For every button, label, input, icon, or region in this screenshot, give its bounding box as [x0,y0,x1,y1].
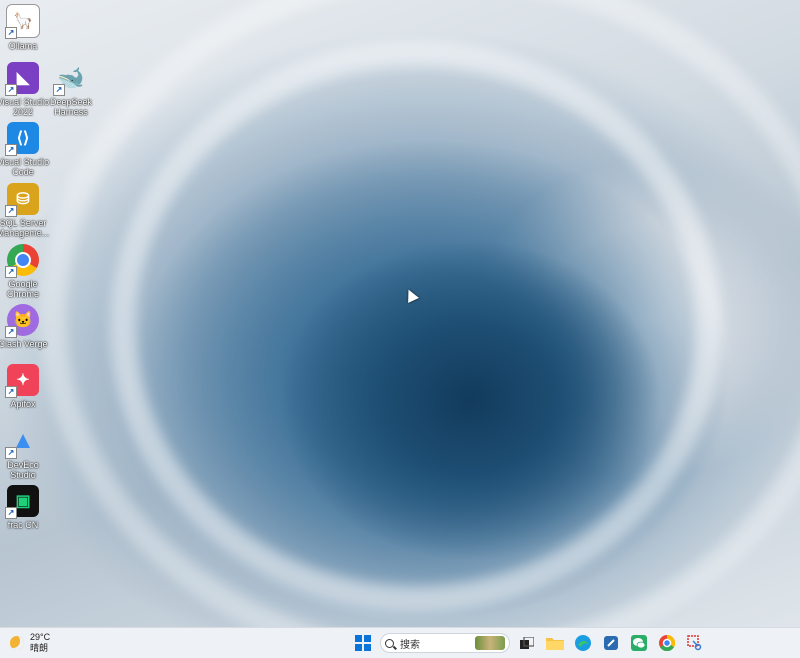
taskbar-center: 搜索 [352,632,706,654]
llama-icon: 🦙 ↗ [5,4,40,39]
icon-label: SQL Server Manageme... [0,218,50,238]
start-button[interactable] [352,632,374,654]
chrome-taskbar-button[interactable] [656,632,678,654]
desktop-icon-frac-cn[interactable]: ▣ ↗ frac CN [0,485,51,530]
snipping-tool-button[interactable] [684,632,706,654]
visual-studio-icon: ◣ ↗ [5,62,39,96]
weather-temperature: 29°C [30,632,51,642]
edge-icon [575,635,591,651]
icon-label: Visual Studio Code [0,157,50,177]
icon-label: Google Chrome [6,279,39,299]
notepad-button[interactable] [600,632,622,654]
file-explorer-button[interactable] [544,632,566,654]
icon-label: Ollama [8,41,38,51]
desktop-icon-clash-verge[interactable]: 🐱 ↗ Clash Verge [0,304,51,349]
desktop-icon-apifox[interactable]: ✦ ↗ Apifox [0,364,51,409]
icon-label: Clash Verge [0,339,48,349]
fox-icon: ✦ ↗ [5,364,39,398]
file-explorer-icon [546,638,564,650]
task-view-icon [520,637,534,649]
search-highlight-image [475,636,505,650]
icon-label: DevEco Studio [7,460,39,480]
chrome-icon [659,635,675,651]
taskbar: 29°C 晴朗 搜索 [0,627,800,658]
desktop-icon-deveco-studio[interactable]: ▲ ↗ DevEco Studio [0,425,51,480]
icon-label: Apifox [10,399,36,409]
wechat-icon [631,635,647,651]
cat-icon: 🐱 ↗ [5,304,39,338]
chrome-icon: ↗ [5,244,39,278]
icon-label: DeepSeek Harness [49,97,93,117]
notepad-icon [604,636,618,650]
desktop-icon-deepseek-harness[interactable]: 🐋 ↗ DeepSeek Harness [43,62,99,117]
snipping-tool-icon [687,635,702,651]
weather-widget[interactable]: 29°C 晴朗 [10,632,50,654]
terminal-icon: ▣ ↗ [5,485,39,519]
desktop-icon-google-chrome[interactable]: ↗ Google Chrome [0,244,51,299]
deveco-icon: ▲ ↗ [5,425,39,459]
sql-server-icon: ⛁ ↗ [5,183,39,217]
desktop-icon-sql-server[interactable]: ⛁ ↗ SQL Server Manageme... [0,183,51,238]
edge-button[interactable] [572,632,594,654]
desktop-wallpaper: 🦙 ↗ Ollama ◣ ↗ Visual Studio 2022 🐋 ↗ DeepS… [0,0,800,627]
desktop-icon-vscode[interactable]: ⟨⟩ ↗ Visual Studio Code [0,122,51,177]
search-placeholder: 搜索 [400,639,420,651]
vscode-icon: ⟨⟩ ↗ [5,122,39,156]
search-box[interactable]: 搜索 [380,633,510,653]
start-icon [355,635,371,651]
desktop-icon-ollama[interactable]: 🦙 ↗ Ollama [0,4,51,51]
cloud-swirl-outer [40,0,800,627]
moon-icon [10,636,24,650]
icon-label: frac CN [7,520,39,530]
task-view-button[interactable] [516,632,538,654]
whale-icon: 🐋 ↗ [53,62,87,96]
wechat-button[interactable] [628,632,650,654]
search-icon [385,638,394,648]
weather-description: 晴朗 [30,643,49,653]
